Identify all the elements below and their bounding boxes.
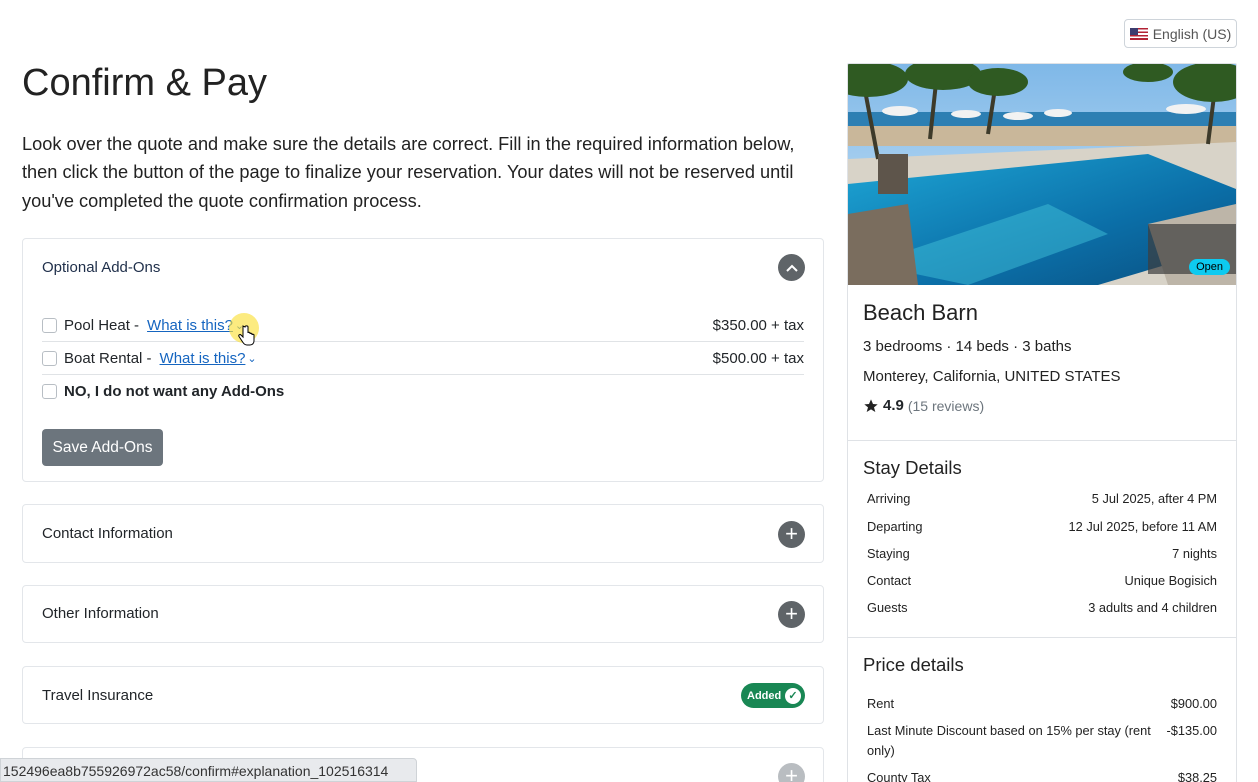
chevron-down-icon[interactable]: ⌄ <box>247 352 256 365</box>
addon-name: Pool Heat - <box>64 316 140 334</box>
addon-row-none: NO, I do not want any Add-Ons <box>42 375 804 408</box>
status-bar-url: 152496ea8b755926972ac58/confirm#explanat… <box>0 758 417 782</box>
plus-icon: + <box>785 762 798 782</box>
no-addons-checkbox[interactable] <box>42 384 57 399</box>
property-name: Beach Barn <box>863 300 978 325</box>
divider <box>848 440 1236 441</box>
price-label: County Tax <box>867 770 931 782</box>
stay-value: Unique Bogisich <box>1124 573 1217 588</box>
stay-value: 7 nights <box>1172 546 1217 561</box>
open-status-badge: Open <box>1189 259 1230 275</box>
divider <box>848 637 1236 638</box>
addons-card: Optional Add-Ons Pool Heat - What is thi… <box>22 238 824 482</box>
us-flag-icon <box>1129 27 1148 40</box>
stay-label: Guests <box>867 600 908 615</box>
rating-value: 4.9 <box>883 397 904 414</box>
review-count[interactable]: (15 reviews) <box>908 398 984 414</box>
property-photo: Open <box>848 64 1236 285</box>
intro-text: Look over the quote and make sure the de… <box>22 134 795 211</box>
addon-row-boat-rental: Boat Rental - What is this? ⌄ $500.00 + … <box>42 342 804 375</box>
expand-next-section-button[interactable]: + <box>778 763 805 782</box>
expand-contact-button[interactable]: + <box>778 521 805 548</box>
boat-rental-info-link[interactable]: What is this? <box>160 350 246 367</box>
price-value: $900.00 <box>1170 696 1217 711</box>
added-label: Added <box>747 689 782 702</box>
addons-heading[interactable]: Optional Add-Ons <box>42 259 160 276</box>
stay-label: Departing <box>867 519 923 534</box>
stay-details-heading: Stay Details <box>863 457 962 478</box>
insurance-added-badge[interactable]: Added ✓ <box>741 683 805 708</box>
stay-row-departing: Departing 12 Jul 2025, before 11 AM <box>867 519 1217 534</box>
stay-label: Arriving <box>867 491 911 506</box>
price-row-rent: Rent $900.00 <box>867 694 1217 714</box>
travel-insurance-card[interactable]: Travel Insurance Added ✓ <box>22 666 824 724</box>
language-selector[interactable]: English (US) <box>1124 19 1237 48</box>
stay-row-staying: Staying 7 nights <box>867 546 1217 561</box>
price-row-county-tax: County Tax $38.25 <box>867 768 1217 782</box>
pool-photo-illustration <box>848 64 1236 285</box>
collapse-addons-button[interactable] <box>778 254 805 281</box>
plus-icon: + <box>785 600 798 626</box>
stay-row-contact: Contact Unique Bogisich <box>867 573 1217 588</box>
property-location: Monterey, California, UNITED STATES <box>863 368 1121 385</box>
property-rooms: 3 bedrooms · 14 beds · 3 baths <box>863 338 1072 355</box>
contact-card[interactable]: Contact Information + <box>22 504 824 563</box>
stay-row-arriving: Arriving 5 Jul 2025, after 4 PM <box>867 491 1217 506</box>
other-info-card[interactable]: Other Information + <box>22 585 824 643</box>
stay-label: Contact <box>867 573 912 588</box>
price-details-heading: Price details <box>863 654 964 675</box>
boat-rental-checkbox[interactable] <box>42 350 57 366</box>
addon-row-pool-heat: Pool Heat - What is this? ⌄ $350.00 + ta… <box>42 309 804 342</box>
stay-label: Staying <box>867 546 910 561</box>
check-icon: ✓ <box>785 687 801 704</box>
addon-price: $350.00 + tax <box>712 316 804 334</box>
chevron-up-icon <box>785 264 798 272</box>
price-label: Last Minute Discount based on 15% per st… <box>867 723 1151 758</box>
expand-other-info-button[interactable]: + <box>778 601 805 628</box>
no-addons-label: NO, I do not want any Add-Ons <box>64 383 285 400</box>
property-summary-panel: Open Beach Barn 3 bedrooms · 14 beds · 3… <box>847 63 1237 782</box>
price-label: Rent <box>867 696 895 711</box>
addon-price: $500.00 + tax <box>712 349 804 367</box>
price-value: -$135.00 <box>1166 723 1217 738</box>
price-value: $38.25 <box>1177 770 1217 782</box>
save-addons-button[interactable]: Save Add-Ons <box>42 429 163 466</box>
other-info-heading: Other Information <box>42 605 159 622</box>
stay-value: 12 Jul 2025, before 11 AM <box>1068 519 1217 534</box>
page-title: Confirm & Pay <box>22 62 267 104</box>
addon-name: Boat Rental - <box>64 349 152 367</box>
price-row-discount: Last Minute Discount based on 15% per st… <box>867 721 1217 761</box>
contact-heading: Contact Information <box>42 525 173 542</box>
pool-heat-info-link[interactable]: What is this? <box>147 317 233 334</box>
travel-insurance-heading: Travel Insurance <box>42 687 154 704</box>
star-icon <box>864 398 878 412</box>
stay-row-guests: Guests 3 adults and 4 children <box>867 600 1217 615</box>
property-rating: 4.9 (15 reviews) <box>863 397 984 414</box>
plus-icon: + <box>785 520 798 546</box>
stay-value: 5 Jul 2025, after 4 PM <box>1091 491 1217 506</box>
hand-cursor-icon <box>238 325 255 346</box>
pool-heat-checkbox[interactable] <box>42 317 57 333</box>
language-label: English (US) <box>1152 25 1232 42</box>
stay-value: 3 adults and 4 children <box>1088 600 1217 615</box>
